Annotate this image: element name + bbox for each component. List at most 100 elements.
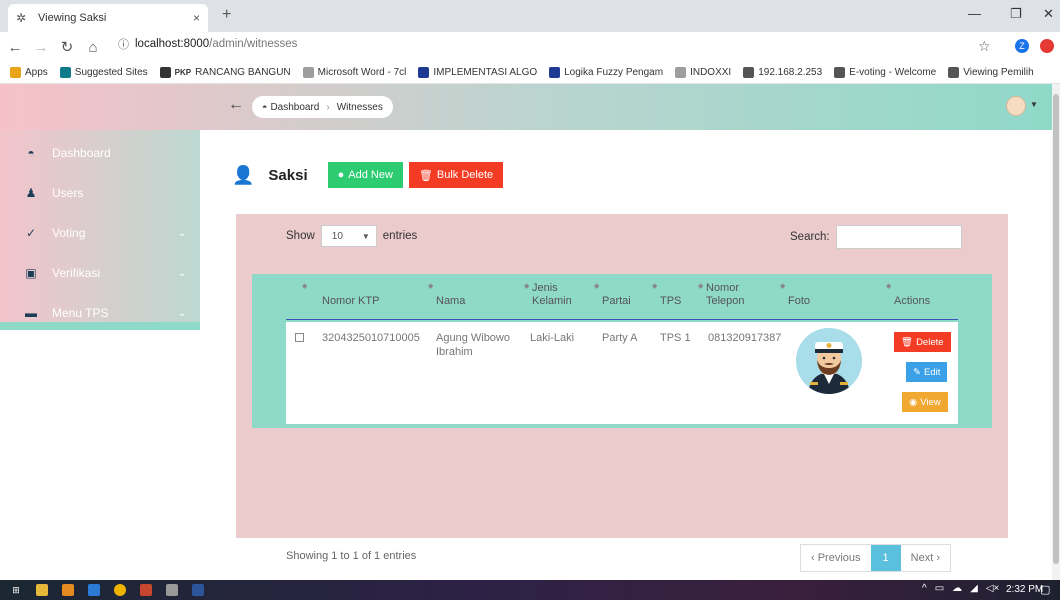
bookmark-3[interactable]: Microsoft Word - 7cl — [302, 67, 407, 78]
sort-icon: ◆ — [428, 283, 434, 290]
verify-icon: ▣ — [25, 266, 37, 280]
sidebar-item-voting[interactable]: ✓ Voting ⌄ — [0, 214, 200, 252]
previous-page-button[interactable]: ‹ Previous — [801, 545, 871, 571]
notepad-icon[interactable] — [166, 584, 178, 596]
sidebar: ◓ Dashboard ♟ Users ✓ Voting ⌄ ▣ Verifikasi ⌄ ▬ Men… — [0, 130, 200, 330]
view-button[interactable]: ◉ View — [902, 392, 948, 412]
page-length-select[interactable]: 10 ▼ — [320, 225, 377, 247]
new-tab-button[interactable]: + — [222, 6, 231, 24]
minimize-icon[interactable]: — — [968, 6, 981, 21]
page-header: 👤 Saksi ● Add New 🗑 Bulk Delete — [232, 162, 504, 188]
browser-tab[interactable]: ✲ Viewing Saksi × — [8, 4, 208, 32]
sort-icon: ◆ — [302, 283, 308, 290]
sidebar-item-dashboard[interactable]: ◓ Dashboard — [0, 134, 200, 172]
row-checkbox[interactable] — [295, 333, 304, 342]
column-header-line1 — [436, 282, 465, 295]
app-topbar: ← ◓ Dashboard › Witnesses ▼ — [0, 84, 1052, 130]
add-new-button[interactable]: ● Add New — [327, 162, 403, 188]
url-host: localhost:8000 — [135, 38, 210, 50]
column-header-2[interactable]: ◆ Jenis Kelamin — [524, 282, 572, 308]
column-header-label: Kelamin — [532, 295, 572, 307]
column-header-label: Nomor KTP — [322, 295, 380, 307]
bookmark-2[interactable]: PKP RANCANG BANGUN — [159, 67, 291, 78]
tray-volume-icon[interactable]: ◁× — [986, 583, 1000, 594]
dashboard-icon: ◓ — [27, 146, 35, 160]
window-close-icon[interactable]: ✕ — [1043, 6, 1054, 22]
scrollbar-thumb[interactable] — [1053, 94, 1059, 564]
witnesses-panel: Show 10 ▼ entries Search: ◆ Nomor KTP ◆ Nam… — [236, 214, 1008, 572]
bookmark-6[interactable]: INDOXXI — [675, 67, 731, 78]
extension-icon[interactable] — [1040, 39, 1054, 53]
column-header-1[interactable]: ◆ Nama — [428, 282, 466, 308]
search-label: Search: — [790, 231, 830, 243]
page-scrollbar[interactable] — [1052, 84, 1060, 580]
bookmark-star-icon[interactable]: ☆ — [978, 38, 991, 55]
trash-icon: 🗑 — [418, 169, 433, 182]
sublime-icon[interactable] — [62, 584, 74, 596]
restore-icon[interactable]: ❐ — [1010, 6, 1022, 22]
sidebar-toggle-arrow-icon[interactable]: ← — [228, 96, 244, 114]
user-avatar[interactable] — [1006, 96, 1026, 116]
bookmark-9[interactable]: Viewing Pemilih — [948, 67, 1034, 78]
tray-cloud-icon[interactable]: ☁ — [952, 583, 962, 594]
forward-icon[interactable]: → — [30, 39, 52, 56]
breadcrumb: ◓ Dashboard › Witnesses — [252, 96, 393, 118]
info-icon: ⓘ — [118, 39, 129, 51]
page-1-button[interactable]: 1 — [870, 545, 901, 571]
file-explorer-icon[interactable] — [36, 584, 48, 596]
bookmark-0[interactable]: Apps — [10, 67, 48, 78]
browser-tabbar: ✲ Viewing Saksi × + — ❐ ✕ — [0, 0, 1060, 32]
notification-icon[interactable]: ▢ — [1040, 583, 1050, 596]
bulk-delete-button[interactable]: 🗑 Bulk Delete — [408, 162, 504, 188]
column-header-line1: Nomor — [706, 282, 740, 294]
address-bar[interactable]: ⓘ localhost:8000 /admin/witnesses — [118, 36, 297, 52]
next-page-button[interactable]: Next › — [901, 545, 950, 571]
tab-close-icon[interactable]: × — [193, 11, 200, 25]
folder-icon: ▬ — [25, 306, 37, 320]
bookmark-8[interactable]: E-voting - Welcome — [834, 67, 936, 78]
bookmark-1[interactable]: Suggested Sites — [59, 67, 148, 78]
sort-icon: ◆ — [652, 283, 658, 290]
column-header-label: Actions — [894, 295, 931, 307]
back-icon[interactable]: ← — [4, 39, 26, 56]
column-header-7[interactable]: ◆ Actions — [886, 282, 931, 308]
user-menu-caret-icon[interactable]: ▼ — [1030, 100, 1038, 109]
delete-button[interactable]: 🗑 Delete — [894, 332, 951, 352]
sidebar-item-menu-tps[interactable]: ▬ Menu TPS ⌄ — [0, 294, 200, 332]
search-input[interactable] — [835, 225, 962, 249]
taskbar-clock[interactable]: 2:32 PM — [1006, 584, 1043, 595]
windows-start-icon[interactable]: ⊞ — [10, 584, 22, 596]
bookmark-label: Microsoft Word - 7cl — [317, 67, 407, 78]
column-header-4[interactable]: ◆ TPS — [652, 282, 681, 308]
column-header-line1 — [660, 282, 681, 295]
cell-nama: Agung Wibowo — [436, 332, 510, 344]
column-header-5[interactable]: ◆ Nomor Telepon — [698, 282, 745, 308]
column-header-label: Foto — [788, 295, 811, 307]
reload-icon[interactable]: ↻ — [56, 38, 78, 56]
column-header-3[interactable]: ◆ Partai — [594, 282, 631, 308]
xampp-icon[interactable] — [140, 584, 152, 596]
dashboard-crumb-icon: ◓ — [262, 102, 268, 112]
tray-wifi-icon[interactable]: ◢ — [970, 583, 978, 594]
breadcrumb-home[interactable]: Dashboard — [270, 102, 319, 113]
profile-avatar[interactable]: Z — [1015, 39, 1029, 53]
vscode-icon[interactable] — [88, 584, 100, 596]
column-header-0[interactable]: ◆ Nomor KTP — [302, 282, 380, 308]
bookmark-7[interactable]: 192.168.2.253 — [743, 67, 822, 78]
sort-icon: ◆ — [698, 283, 704, 290]
pkp-icon — [159, 67, 171, 78]
sidebar-item-verifikasi[interactable]: ▣ Verifikasi ⌄ — [0, 254, 200, 292]
home-icon[interactable]: ⌂ — [82, 39, 104, 56]
chevron-down-icon: ⌄ — [178, 227, 187, 239]
trash-icon: 🗑 — [901, 336, 914, 348]
sidebar-item-users[interactable]: ♟ Users — [0, 174, 200, 212]
bookmark-4[interactable]: IMPLEMENTASI ALGO — [418, 67, 537, 78]
column-header-label: Nama — [436, 295, 466, 307]
chrome-icon[interactable] — [114, 584, 126, 596]
edit-button[interactable]: ✎ Edit — [906, 362, 948, 382]
word-icon[interactable] — [192, 584, 204, 596]
tray-network-icon[interactable]: ▭ — [935, 583, 944, 594]
column-header-6[interactable]: ◆ Foto — [780, 282, 811, 308]
tray-chevron-icon[interactable]: ^ — [922, 583, 927, 594]
bookmark-5[interactable]: Logika Fuzzy Pengam — [549, 67, 663, 78]
